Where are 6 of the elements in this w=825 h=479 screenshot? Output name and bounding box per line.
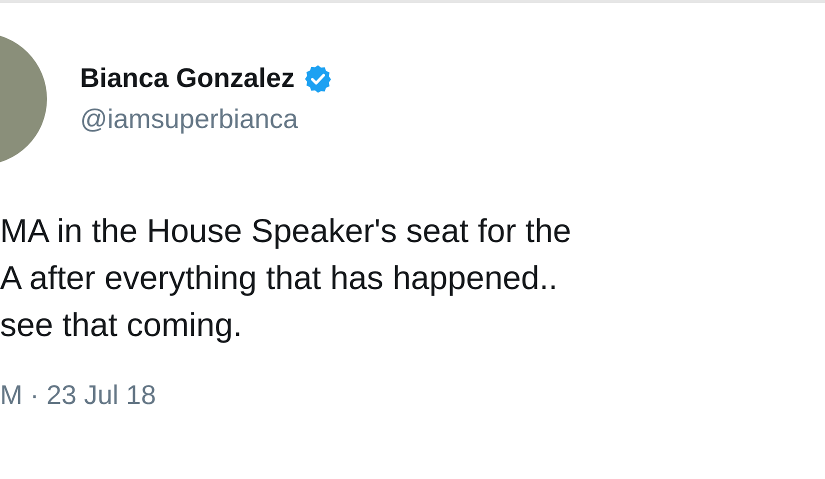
tweet-text-line: see that coming. [0,305,244,345]
author-handle[interactable]: @iamsuperbianca [80,104,333,135]
author-name[interactable]: Bianca Gonzalez [80,63,295,94]
tweet-text-line: A after everything that has happened.. [0,258,559,298]
tweet-text-line: MA in the House Speaker's seat for the [0,211,572,251]
tweet-timestamp[interactable]: M · 23 Jul 18 [0,380,825,411]
